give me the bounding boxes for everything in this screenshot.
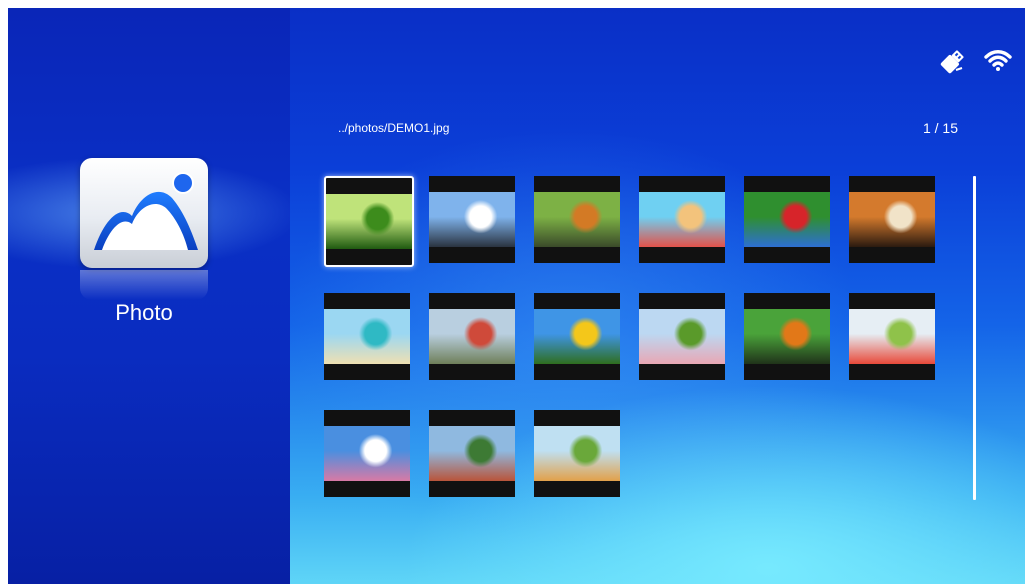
thumbnail-kids-pool[interactable] (639, 176, 725, 263)
thumbnail-image (326, 194, 412, 249)
thumbnail-hot-air-balloons[interactable] (429, 293, 515, 380)
thumbnail-image (324, 426, 410, 481)
thumbnail-kids-jumping[interactable] (534, 410, 620, 497)
current-path: ../photos/DEMO1.jpg (338, 121, 450, 135)
thumbnail-butterflies-cocoons[interactable] (534, 176, 620, 263)
app-title: Photo (115, 300, 173, 325)
thumbnail-image (534, 309, 620, 364)
thumbnail-image (639, 309, 725, 364)
thumbnail-image (744, 309, 830, 364)
screen: Photo ../photos/DEMO1.jpg 1 / 15 (8, 8, 1025, 584)
thumbnail-mount-fuji[interactable] (324, 410, 410, 497)
thumbnail-girl-balloons[interactable] (849, 293, 935, 380)
usb-dongle-icon (940, 50, 964, 74)
thumbnail-ladybug[interactable] (324, 176, 414, 267)
thumbnail-tiger[interactable] (849, 176, 935, 263)
thumbnail-image (744, 192, 830, 247)
thumbnail-image (429, 426, 515, 481)
wifi-icon (984, 50, 1012, 71)
thumbnail-image (534, 426, 620, 481)
thumbnail-image (849, 192, 935, 247)
photo-app-icon[interactable] (80, 158, 208, 268)
thumbnail-image (429, 192, 515, 247)
thumbnail-kids-grass[interactable] (639, 293, 725, 380)
thumbnail-parrots[interactable] (744, 176, 830, 263)
app-icon-reflection (80, 270, 208, 300)
thumbnail-penguins[interactable] (429, 176, 515, 263)
mountain-photo-icon (94, 172, 198, 250)
thumbnail-image (324, 309, 410, 364)
thumbnail-image (534, 192, 620, 247)
thumbnail-image (849, 309, 935, 364)
page-indicator: 1 / 15 (922, 120, 958, 136)
thumbnail-tropical-beach[interactable] (324, 293, 410, 380)
app-panel: Photo (8, 8, 290, 584)
thumbnail-river-town[interactable] (429, 410, 515, 497)
thumbnail-sunflowers[interactable] (534, 293, 620, 380)
thumbnail-monarch-butterfly[interactable] (744, 293, 830, 380)
scrollbar[interactable] (973, 176, 976, 500)
thumbnail-image (429, 309, 515, 364)
thumbnail-image (639, 192, 725, 247)
